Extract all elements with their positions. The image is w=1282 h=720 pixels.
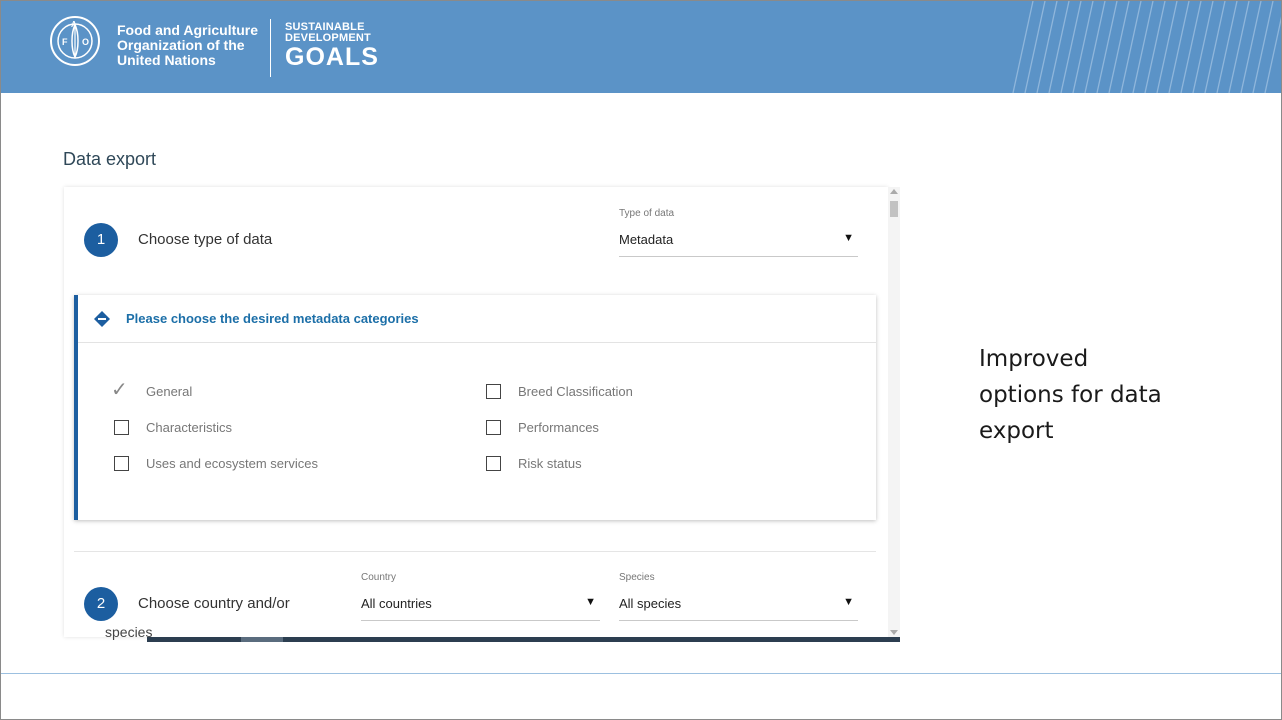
country-select[interactable]: All countries ▼ [361,591,600,621]
country-label: Country [361,572,397,583]
option-label: Characteristics [146,420,232,435]
side-note-line-2: options for data [979,382,1162,408]
tag-icon [94,311,110,327]
page-title: Data export [63,149,157,169]
species-value: All species [619,596,682,611]
option-label: Breed Classification [518,384,633,399]
header-hatch-pattern [1012,1,1281,93]
metadata-categories-card: Please choose the desired metadata categ… [74,295,876,520]
sdg-logo: SUSTAINABLE DEVELOPMENT GOALS [285,22,379,71]
header-divider [270,19,271,77]
section-divider [74,551,876,552]
header-banner: F O A Food and Agriculture Organization … [1,1,1281,93]
option-label: Risk status [518,456,582,471]
svg-text:O: O [82,37,89,47]
fao-logo-icon: F O A [50,16,100,66]
step-1-badge: 1 [84,223,118,257]
species-label: Species [619,572,655,583]
side-note-line-1: Improved [979,346,1089,372]
horizontal-scroll-thumb[interactable] [241,637,283,642]
option-characteristics[interactable]: Characteristics [114,419,314,437]
metadata-card-header: Please choose the desired metadata categ… [78,295,876,343]
type-of-data-select[interactable]: Metadata ▼ [619,227,858,257]
dropdown-arrow-icon: ▼ [843,232,854,244]
side-note-line-3: export [979,418,1054,444]
dropdown-arrow-icon: ▼ [843,596,854,608]
checkmark-icon: ✓ [111,379,128,401]
scroll-down-icon[interactable] [890,630,898,635]
checkbox[interactable] [486,456,501,471]
checkbox[interactable] [114,456,129,471]
option-uses-and-ecosystem-services[interactable]: Uses and ecosystem services [114,455,374,473]
step-2-badge: 2 [84,587,118,621]
step-2-label: Choose country and/or [138,595,290,612]
slide: F O A Food and Agriculture Organization … [0,0,1282,720]
checkbox[interactable] [114,420,129,435]
option-label: General [146,384,193,399]
panel-scrollbar[interactable] [888,187,900,637]
species-select[interactable]: All species ▼ [619,591,858,621]
scroll-up-icon[interactable] [890,189,898,194]
metadata-card-title: Please choose the desired metadata categ… [126,311,419,326]
scroll-thumb[interactable] [890,201,898,217]
sdg-line-3: GOALS [285,43,379,71]
type-of-data-label: Type of data [619,208,675,219]
side-note: Improved options for data export [979,341,1219,449]
option-performances[interactable]: Performances [486,419,686,437]
checkbox[interactable] [486,420,501,435]
data-export-panel: 1 Choose type of data Type of data Metad… [64,187,888,637]
footer-line [1,673,1281,674]
dropdown-arrow-icon: ▼ [585,596,596,608]
option-general[interactable]: ✓ General [111,379,314,401]
checkbox[interactable] [486,384,501,399]
step-2-label-continued: species [105,624,153,640]
country-value: All countries [361,596,432,611]
option-breed-classification[interactable]: Breed Classification [486,383,706,401]
option-label: Uses and ecosystem services [146,456,318,471]
svg-text:F: F [62,37,68,47]
svg-text:A: A [71,20,77,29]
step-1-label: Choose type of data [138,231,273,248]
org-name-line-1: Food and Agriculture [117,22,259,38]
org-name-line-2: Organization of the [117,37,245,53]
option-risk-status[interactable]: Risk status [486,455,686,473]
fao-org-name: Food and Agriculture Organization of the… [117,23,258,68]
option-label: Performances [518,420,599,435]
type-of-data-value: Metadata [619,232,674,247]
org-name-line-3: United Nations [117,52,216,68]
